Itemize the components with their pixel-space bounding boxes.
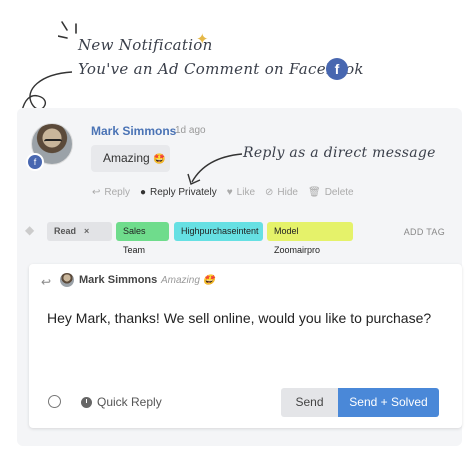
remove-tag-icon[interactable]: ×: [84, 226, 89, 236]
annotation-new-notification: New Notification: [78, 36, 213, 54]
comment-actions: ↩ Reply ● Reply Privately ♥ Like ⊘ Hide …: [92, 185, 364, 199]
hide-action[interactable]: ⊘ Hide: [265, 187, 298, 198]
like-action[interactable]: ♥ Like: [227, 187, 255, 198]
clock-icon: [81, 396, 92, 408]
reply-textarea[interactable]: Hey Mark, thanks! We sell online, would …: [47, 308, 447, 329]
star-struck-emoji: 🤩: [153, 154, 166, 165]
reply-icon: ↩: [92, 186, 101, 198]
facebook-icon: f: [326, 58, 348, 80]
quick-reply-button[interactable]: Quick Reply: [81, 395, 162, 409]
eye-slash-icon: ⊘: [265, 186, 274, 198]
tag-highpurchaseintent[interactable]: Highpurchaseintent: [174, 222, 263, 241]
send-solved-button[interactable]: Send + Solved: [338, 388, 439, 417]
tags-row: ◆ Read × Sales Team Highpurchaseintent Mo…: [17, 211, 462, 255]
add-tag-button[interactable]: ADD TAG: [404, 227, 445, 237]
reply-privately-action[interactable]: ● Reply Privately: [140, 187, 217, 198]
send-button[interactable]: Send: [281, 388, 338, 417]
emoji-picker-icon[interactable]: [48, 395, 61, 408]
heart-icon: ♥: [226, 186, 233, 198]
avatar: [60, 273, 74, 287]
reply-action[interactable]: ↩ Reply: [92, 187, 130, 198]
sparkle-icon: ✦: [196, 31, 209, 48]
facebook-source-icon: f: [26, 153, 44, 171]
comment-time: 1d ago: [175, 125, 206, 136]
messenger-icon: ●: [139, 186, 147, 198]
delete-action[interactable]: 🗑 Delete: [308, 187, 354, 198]
annotation-reply-direct: Reply as a direct message: [243, 145, 436, 161]
quoted-comment: Amazing 🤩: [161, 275, 216, 286]
comment-author[interactable]: Mark Simmons: [91, 124, 176, 138]
comment-bubble: Amazing 🤩: [91, 145, 170, 172]
comment-text: Amazing: [103, 151, 150, 165]
reply-to-name: Mark Simmons: [79, 274, 158, 286]
tag-read[interactable]: Read ×: [47, 222, 112, 241]
trash-icon: 🗑: [307, 186, 321, 198]
tag-icon: ◆: [25, 223, 35, 237]
reply-icon: ↩: [41, 275, 52, 289]
annotation-ad-comment: You've an Ad Comment on Facebook: [78, 60, 364, 78]
tag-model-zoomairpro[interactable]: Model Zoomairpro: [267, 222, 353, 255]
tag-sales-team[interactable]: Sales Team: [116, 222, 169, 255]
